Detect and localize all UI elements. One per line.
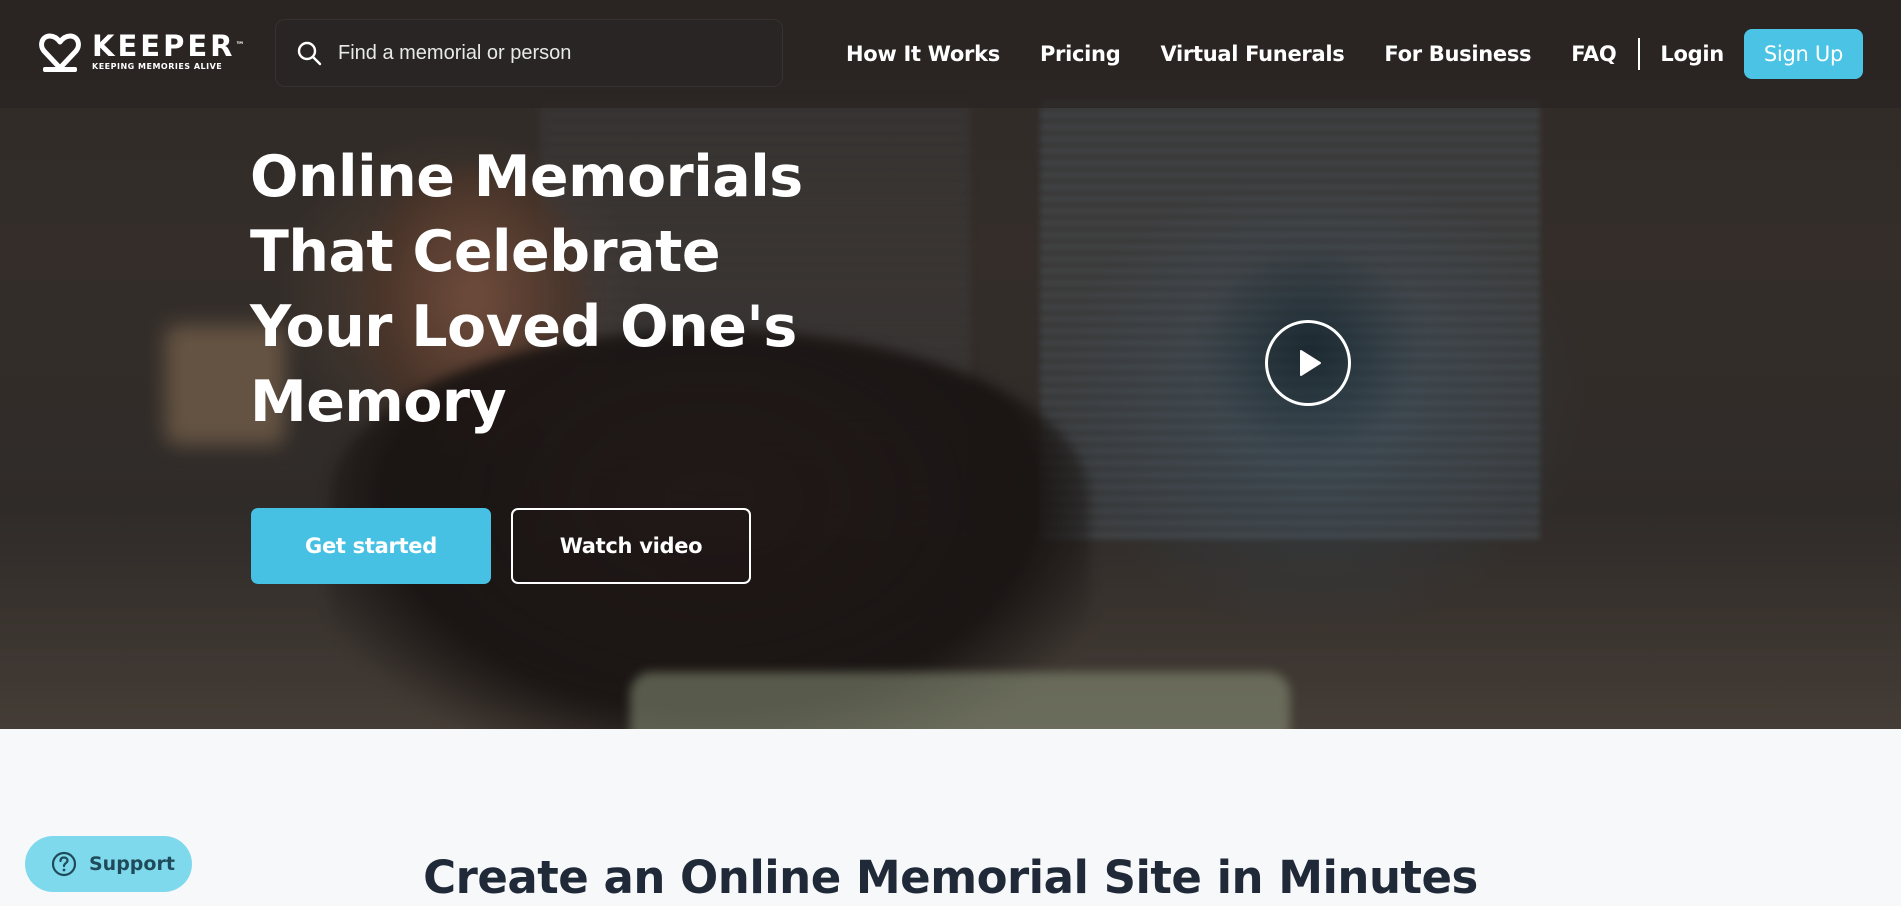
login-link[interactable]: Login (1660, 42, 1724, 66)
nav-divider (1638, 38, 1641, 70)
play-icon (1300, 350, 1321, 376)
nav-pricing[interactable]: Pricing (1040, 42, 1121, 66)
nav-for-business[interactable]: For Business (1384, 42, 1531, 66)
nav-virtual-funerals[interactable]: Virtual Funerals (1160, 42, 1344, 66)
nav-faq[interactable]: FAQ (1571, 42, 1616, 66)
support-button[interactable]: Support (25, 836, 192, 892)
get-started-button[interactable]: Get started (251, 508, 491, 584)
logo-name: KEEPER™ (92, 29, 245, 63)
help-icon (51, 851, 77, 877)
main-nav: How It Works Pricing Virtual Funerals Fo… (846, 29, 1901, 79)
keeper-logo[interactable]: KEEPER™ KEEPING MEMORIES ALIVE (38, 30, 245, 74)
watch-video-button[interactable]: Watch video (511, 508, 751, 584)
play-video-button[interactable] (1265, 320, 1351, 406)
search-icon (297, 41, 322, 66)
site-header: KEEPER™ KEEPING MEMORIES ALIVE How It Wo… (0, 0, 1901, 108)
section-title: Create an Online Memorial Site in Minute… (423, 851, 1478, 904)
nav-how-it-works[interactable]: How It Works (846, 42, 1000, 66)
sign-up-button[interactable]: Sign Up (1743, 29, 1863, 79)
hero-section: Online Memorials That Celebrate Your Lov… (0, 0, 1901, 729)
search-input[interactable] (338, 41, 758, 65)
logo-text: KEEPER™ KEEPING MEMORIES ALIVE (92, 31, 245, 73)
logo-tagline: KEEPING MEMORIES ALIVE (92, 62, 223, 71)
search-bar[interactable] (275, 19, 783, 87)
support-label: Support (89, 853, 175, 875)
heart-logo-icon (39, 33, 81, 72)
hero-title: Online Memorials That Celebrate Your Lov… (250, 144, 803, 435)
